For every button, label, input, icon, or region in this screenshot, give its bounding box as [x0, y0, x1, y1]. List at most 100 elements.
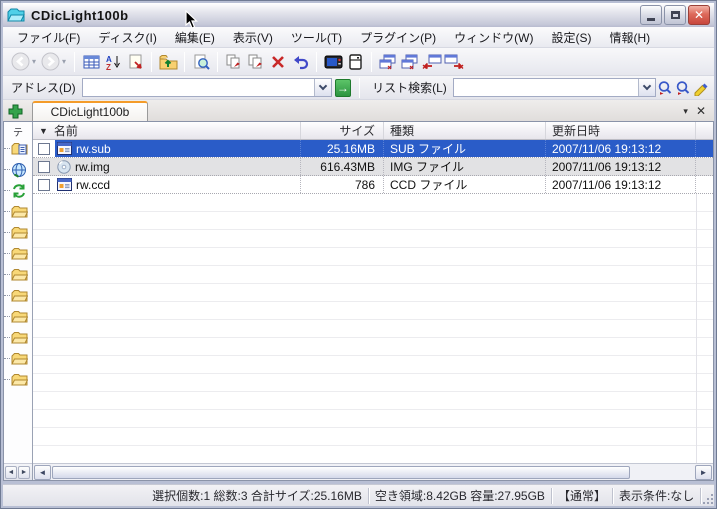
file-row-rw-sub[interactable]: rw.sub 25.16MB SUB ファイル 2007/11/06 19:13… [33, 140, 713, 158]
new-tab-button[interactable] [3, 101, 27, 121]
delete-button[interactable] [267, 50, 289, 74]
sidebar-item-folder[interactable] [4, 327, 32, 348]
copy-add-button[interactable] [223, 50, 245, 74]
menu-window[interactable]: ウィンドウ(W) [446, 27, 541, 48]
tab-list-dropdown-icon[interactable]: ▾ [683, 106, 688, 117]
resize-grip[interactable] [701, 492, 714, 506]
window-title: CDicLight100b [31, 7, 129, 23]
search-up-button[interactable] [674, 78, 692, 98]
globe-icon [12, 162, 26, 178]
column-header-type[interactable]: 種類 [384, 122, 546, 139]
window-file-icon [57, 178, 72, 191]
go-button[interactable]: → [334, 78, 352, 97]
scroll-left-button[interactable]: ◄ [34, 464, 51, 480]
file-row-rw-img[interactable]: rw.img 616.43MB IMG ファイル 2007/11/06 19:1… [33, 158, 713, 176]
column-header-size[interactable]: サイズ [301, 122, 384, 139]
highlight-button[interactable] [692, 78, 710, 98]
list-view-button[interactable] [80, 50, 102, 74]
sidebar-item-root[interactable] [4, 138, 32, 159]
close-tab-left-button[interactable] [421, 50, 443, 74]
sort-button[interactable]: AZ [102, 50, 124, 74]
search-down-button[interactable] [656, 78, 674, 98]
forward-dropdown-icon[interactable]: ▾ [62, 57, 66, 66]
minimize-button[interactable] [640, 5, 662, 25]
menu-info[interactable]: 情報(H) [601, 27, 658, 48]
toolbar-separator [74, 51, 76, 72]
sidebar-item-folder[interactable] [4, 264, 32, 285]
folder-up-button[interactable] [157, 50, 179, 74]
row-checkbox[interactable] [38, 160, 50, 173]
sidebar-item-folder[interactable] [4, 222, 32, 243]
close-button[interactable]: ✕ [688, 5, 710, 25]
menu-bar: ファイル(F) ディスク(I) 編集(E) 表示(V) ツール(T) プラグイン… [3, 27, 714, 48]
drive-button[interactable] [344, 50, 366, 74]
file-size: 786 [354, 177, 375, 192]
chevron-down-icon [642, 81, 652, 91]
title-bar[interactable]: CDicLight100b ✕ [3, 3, 714, 27]
column-header-modified[interactable]: 更新日時 [546, 122, 696, 139]
minimize-icon [647, 18, 655, 21]
menu-disk[interactable]: ディスク(I) [90, 27, 165, 48]
menu-tools[interactable]: ツール(T) [283, 27, 350, 48]
tab-close-icon[interactable]: ✕ [696, 104, 706, 118]
menu-settings[interactable]: 設定(S) [543, 27, 599, 48]
scrollbar-thumb[interactable] [52, 465, 630, 479]
edit-list-button[interactable] [124, 50, 146, 74]
file-modified: 2007/11/06 19:13:12 [552, 141, 662, 156]
cascade-windows-button[interactable] [377, 50, 399, 74]
column-header-name[interactable]: ▼ 名前 [33, 122, 301, 139]
main-area: テ ◄ ► ▼ 名前 サイズ 種類 更新日時 rw.sub 25.16MB SU… [3, 121, 714, 481]
menu-view[interactable]: 表示(V) [225, 27, 281, 48]
maximize-button[interactable] [664, 5, 686, 25]
sidebar-item-refresh[interactable] [4, 180, 32, 201]
back-icon [11, 52, 29, 71]
sidebar-tree: テ ◄ ► [4, 122, 33, 480]
sidebar-item-folder[interactable] [4, 201, 32, 222]
console-button[interactable] [322, 50, 344, 74]
horizontal-scrollbar[interactable]: ◄ ► [33, 463, 713, 480]
tab-cdiclight[interactable]: CDicLight100b [32, 101, 148, 121]
sidebar-item-folder[interactable] [4, 243, 32, 264]
menu-file[interactable]: ファイル(F) [9, 27, 88, 48]
sidebar-item-folder[interactable] [4, 348, 32, 369]
folder-icon [11, 310, 28, 322]
list-search-combobox[interactable] [452, 78, 657, 97]
search-file-button[interactable] [190, 50, 212, 74]
chevron-down-icon [318, 81, 327, 91]
close-tab-left-icon [422, 54, 442, 69]
close-tab-right-button[interactable] [443, 50, 465, 74]
scroll-right-button[interactable]: ► [695, 464, 712, 480]
list-search-dropdown-button[interactable] [638, 79, 656, 96]
cascade-windows-alt-button[interactable] [399, 50, 421, 74]
sidebar-scroll-left-button[interactable]: ◄ [5, 465, 17, 479]
list-search-label: リスト検索(L) [372, 81, 447, 95]
folder-icon [11, 205, 28, 217]
list-view-icon [83, 55, 100, 68]
app-folder-icon [7, 7, 27, 23]
sidebar-item-folder[interactable] [4, 369, 32, 390]
list-header: ▼ 名前 サイズ 種類 更新日時 [33, 122, 713, 140]
sidebar-scroll-right-button[interactable]: ► [18, 465, 30, 479]
forward-button[interactable] [39, 50, 61, 74]
row-checkbox[interactable] [38, 142, 50, 155]
undo-button[interactable] [289, 50, 311, 74]
sidebar-item-folder[interactable] [4, 306, 32, 327]
menu-plugin[interactable]: プラグイン(P) [352, 27, 444, 48]
sort-az-icon: AZ [106, 55, 120, 70]
address-dropdown-button[interactable] [313, 79, 331, 96]
status-selection: 選択個数:1 総数:3 合計サイズ:25.16MB [3, 487, 369, 504]
console-icon [324, 55, 343, 68]
sidebar-scroll-area: ◄ ► [4, 463, 32, 480]
drive-icon [348, 53, 362, 70]
file-row-rw-ccd[interactable]: rw.ccd 786 CCD ファイル 2007/11/06 19:13:12 [33, 176, 713, 194]
file-list-panel: ▼ 名前 サイズ 種類 更新日時 rw.sub 25.16MB SUB ファイル [33, 122, 713, 480]
back-dropdown-icon[interactable]: ▾ [32, 57, 36, 66]
sidebar-item-network[interactable] [4, 159, 32, 180]
status-mode: 【通常】 [552, 487, 613, 504]
row-checkbox[interactable] [38, 178, 50, 191]
copy-add-alt-button[interactable] [245, 50, 267, 74]
address-combobox[interactable] [81, 78, 332, 97]
sync-icon [13, 183, 25, 198]
sidebar-item-folder[interactable] [4, 285, 32, 306]
back-button[interactable] [9, 50, 31, 74]
